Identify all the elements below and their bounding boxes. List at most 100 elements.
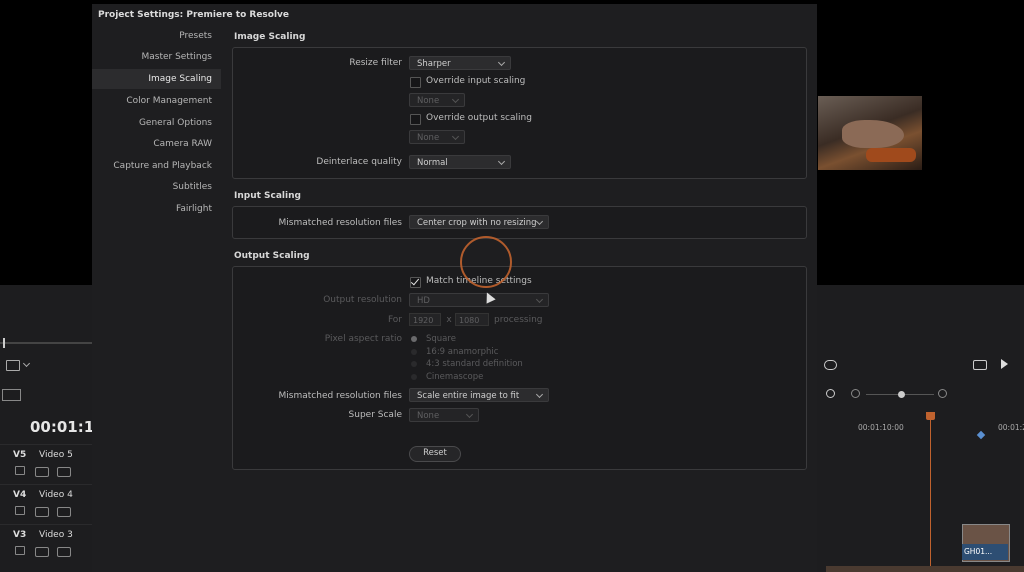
timeline-scrubber[interactable] — [0, 342, 92, 344]
override-input-checkbox[interactable] — [410, 77, 421, 88]
pixel-aspect-option-label: Cinemascope — [426, 372, 484, 382]
pixel-aspect-option-label: 4:3 standard definition — [426, 359, 523, 369]
track-id: V4 — [13, 490, 27, 500]
track-id: V5 — [13, 450, 27, 460]
sidebar-item-camera-raw[interactable]: Camera RAW — [92, 134, 221, 154]
ruler-timecode: 00:01:10:00 — [858, 423, 904, 432]
track-row-v5[interactable]: V5 Video 5 — [0, 444, 92, 485]
deinterlace-dropdown[interactable]: Normal — [409, 155, 511, 169]
reset-button[interactable]: Reset — [409, 446, 461, 462]
lock-icon[interactable] — [15, 506, 25, 515]
match-timeline-checkbox[interactable] — [410, 277, 421, 288]
resize-filter-value: Sharper — [417, 59, 451, 69]
override-output-dropdown[interactable]: None — [409, 130, 465, 144]
resize-filter-label: Resize filter — [349, 58, 402, 68]
super-scale-label: Super Scale — [348, 410, 402, 420]
pixel-aspect-option-label: Square — [426, 334, 456, 344]
chevron-down-icon — [535, 217, 544, 226]
chevron-down-icon — [465, 410, 474, 419]
chevron-down-icon — [451, 95, 460, 104]
pixel-aspect-radio-anamorphic[interactable] — [411, 349, 417, 355]
override-input-dropdown[interactable]: None — [409, 93, 465, 107]
dialog-title: Project Settings: Premiere to Resolve — [98, 10, 290, 20]
sidebar-item-color-management[interactable]: Color Management — [92, 91, 221, 111]
loop-icon[interactable] — [824, 360, 837, 370]
play-next-icon[interactable] — [1001, 359, 1008, 369]
deinterlace-label: Deinterlace quality — [316, 157, 402, 167]
clip-strip — [826, 566, 1024, 572]
playhead-line[interactable] — [930, 418, 931, 572]
track-name: Video 3 — [39, 530, 73, 540]
sidebar-item-master-settings[interactable]: Master Settings — [92, 47, 221, 67]
override-output-value: None — [417, 133, 440, 143]
zoom-in-icon[interactable] — [938, 389, 947, 398]
track-name: Video 4 — [39, 490, 73, 500]
track-row-v4[interactable]: V4 Video 4 — [0, 484, 92, 525]
track-layout-icon[interactable] — [2, 389, 21, 401]
input-mismatched-value: Center crop with no resizing — [417, 218, 537, 228]
override-output-checkbox[interactable] — [410, 114, 421, 125]
super-scale-dropdown[interactable]: None — [409, 408, 479, 422]
output-resolution-label: Output resolution — [323, 295, 402, 305]
output-mismatched-dropdown[interactable]: Scale entire image to fit — [409, 388, 549, 402]
pixel-aspect-radio-square[interactable] — [411, 336, 417, 342]
width-field[interactable]: 1920 — [409, 313, 441, 326]
chevron-down-icon — [497, 157, 506, 166]
sidebar-item-general-options[interactable]: General Options — [92, 113, 221, 133]
chevron-down-icon — [535, 295, 544, 304]
super-scale-value: None — [417, 411, 440, 421]
auto-select-icon[interactable] — [35, 547, 49, 557]
cursor-highlight-ring — [460, 236, 512, 288]
zoom-search-icon[interactable] — [826, 389, 835, 398]
sidebar-item-fairlight[interactable]: Fairlight — [92, 199, 221, 219]
zoom-slider-knob[interactable] — [898, 391, 905, 398]
override-input-label: Override input scaling — [426, 76, 526, 86]
chevron-down-icon — [451, 132, 460, 141]
viewer-thumbnail-hand — [842, 120, 904, 148]
input-mismatched-label: Mismatched resolution files — [278, 218, 402, 228]
fullscreen-icon[interactable] — [973, 360, 987, 370]
output-mismatched-label: Mismatched resolution files — [278, 391, 402, 401]
for-label: For — [387, 315, 402, 325]
section-title-output-scaling: Output Scaling — [234, 251, 310, 261]
track-visibility-icon[interactable] — [57, 467, 71, 477]
x-label: x — [446, 315, 452, 325]
track-visibility-icon[interactable] — [57, 547, 71, 557]
override-input-value: None — [417, 96, 440, 106]
ruler-timecode-next: 00:01:2 — [998, 423, 1024, 432]
resize-filter-dropdown[interactable]: Sharper — [409, 56, 511, 70]
zoom-out-icon[interactable] — [851, 389, 860, 398]
height-field[interactable]: 1080 — [455, 313, 489, 326]
clip-label[interactable]: GH01... — [962, 544, 1008, 560]
track-id: V3 — [13, 530, 27, 540]
viewer-thumbnail-food — [866, 148, 916, 162]
pixel-aspect-radio-cinemascope[interactable] — [411, 374, 417, 380]
output-resolution-dropdown[interactable]: HD — [409, 293, 549, 307]
scrubber-handle-icon[interactable] — [3, 338, 5, 348]
track-visibility-icon[interactable] — [57, 507, 71, 517]
chevron-down-icon — [535, 390, 544, 399]
pixel-aspect-radio-sd[interactable] — [411, 361, 417, 367]
lock-icon[interactable] — [15, 466, 25, 475]
input-mismatched-dropdown[interactable]: Center crop with no resizing — [409, 215, 549, 229]
track-name: Video 5 — [39, 450, 73, 460]
lock-icon[interactable] — [15, 546, 25, 555]
deinterlace-value: Normal — [417, 158, 448, 168]
output-resolution-value: HD — [417, 296, 430, 306]
view-options-icon[interactable] — [6, 360, 20, 371]
section-title-input-scaling: Input Scaling — [234, 191, 301, 201]
auto-select-icon[interactable] — [35, 507, 49, 517]
sidebar-item-subtitles[interactable]: Subtitles — [92, 177, 221, 197]
project-settings-dialog: Project Settings: Premiere to Resolve Pr… — [92, 4, 817, 572]
processing-label: processing — [494, 315, 543, 325]
pixel-aspect-option-label: 16:9 anamorphic — [426, 347, 499, 357]
track-row-v3[interactable]: V3 Video 3 — [0, 524, 92, 565]
sidebar-item-presets[interactable]: Presets — [92, 26, 221, 46]
pixel-aspect-label: Pixel aspect ratio — [324, 334, 402, 344]
override-output-label: Override output scaling — [426, 113, 532, 123]
sidebar-item-capture-playback[interactable]: Capture and Playback — [92, 156, 221, 176]
output-mismatched-value: Scale entire image to fit — [417, 391, 520, 401]
auto-select-icon[interactable] — [35, 467, 49, 477]
section-title-image-scaling: Image Scaling — [234, 32, 306, 42]
sidebar-item-image-scaling[interactable]: Image Scaling — [92, 69, 221, 89]
